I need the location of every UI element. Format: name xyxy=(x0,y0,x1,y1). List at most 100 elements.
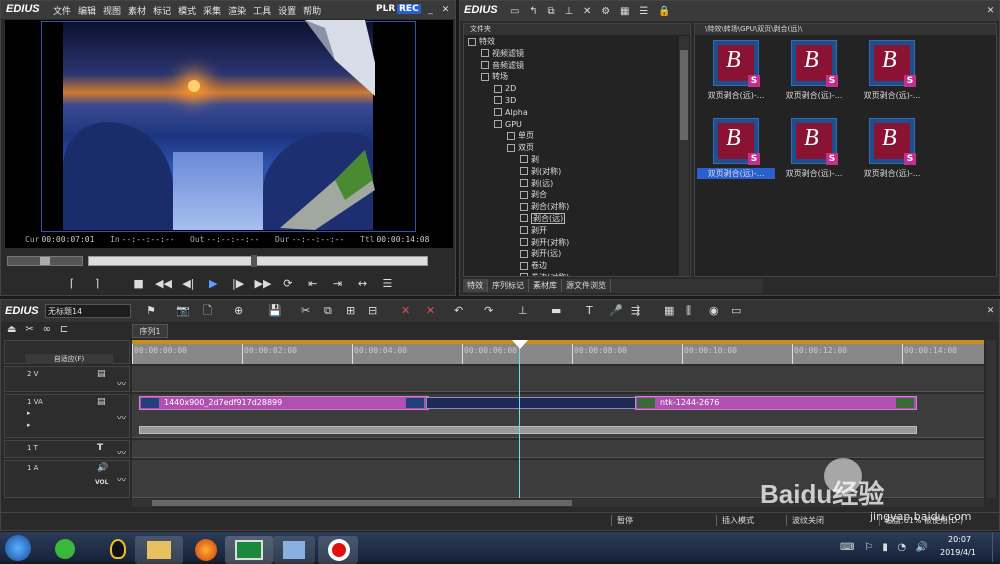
play-button[interactable]: ▶ xyxy=(202,275,224,293)
tree-item[interactable]: 剥合(对称) xyxy=(468,201,678,213)
tree-item[interactable]: 剥(对称) xyxy=(468,166,678,178)
bin-tab-1[interactable]: 序列标记 xyxy=(488,279,529,292)
track-view-icon[interactable]: ▤ xyxy=(97,369,106,379)
overwrite-button[interactable]: ⇥ xyxy=(327,275,349,293)
razor-icon[interactable]: ✂ xyxy=(25,324,33,335)
project-name-field[interactable]: 无标题14 xyxy=(45,304,131,318)
task-firefox-icon[interactable] xyxy=(185,536,225,564)
tree-item[interactable]: Alpha xyxy=(468,107,678,119)
timeline-ruler[interactable]: 00:00:00:00 00:00:02:00 00:00:04:00 00:00:0… xyxy=(132,340,984,364)
effect-thumbnail-label[interactable]: 双页剥合(远)-... xyxy=(775,90,853,101)
minimize-button[interactable]: _ xyxy=(425,5,436,15)
export-icon[interactable]: ⇶ xyxy=(631,303,640,319)
playhead-line[interactable] xyxy=(519,340,520,498)
fast-forward-button[interactable]: ▶▶ xyxy=(252,275,274,293)
task-app-icon[interactable] xyxy=(273,536,315,564)
tree-item[interactable]: 剥开(远) xyxy=(468,248,678,260)
sync-icon[interactable]: ⏏ xyxy=(7,324,16,335)
cut-icon[interactable]: ✂ xyxy=(301,303,310,319)
redo-icon[interactable]: ↷ xyxy=(484,303,493,319)
effect-thumbnail-label[interactable]: 双页剥合(远)-... xyxy=(775,168,853,179)
layout-icon[interactable]: ▭ xyxy=(731,303,741,319)
track-header-1t[interactable]: 1 T T 〰 xyxy=(4,440,130,459)
rewind-button[interactable]: ◀◀ xyxy=(153,275,175,293)
timeline-close-button[interactable]: ✕ xyxy=(985,306,996,316)
playhead-marker[interactable] xyxy=(251,255,257,267)
effect-thumbnail[interactable]: BS xyxy=(791,40,838,87)
title-icon[interactable]: T xyxy=(586,303,593,319)
save-icon[interactable]: 💾 xyxy=(268,303,282,319)
replace-icon[interactable]: ⊟ xyxy=(368,303,377,319)
capture-icon[interactable]: 📷 xyxy=(176,303,190,319)
paste-clip-icon[interactable]: ⊞ xyxy=(346,303,355,319)
menu-item-8[interactable]: 工具 xyxy=(253,7,271,17)
bin-tab-3[interactable]: 源文件浏览 xyxy=(562,279,611,292)
playhead-handle[interactable] xyxy=(512,340,528,349)
open-icon[interactable]: ⊕ xyxy=(234,303,243,319)
set-out-button[interactable]: ⌉ xyxy=(86,275,108,293)
tree-item[interactable]: 剥合(远) xyxy=(468,212,678,225)
menu-item-2[interactable]: 视图 xyxy=(103,7,121,17)
waveform-icon[interactable]: 〰 xyxy=(117,446,126,459)
clock-time[interactable]: 20:07 xyxy=(948,535,971,544)
transition-clip[interactable] xyxy=(426,397,636,409)
step-back-button[interactable]: ◀| xyxy=(177,275,199,293)
view-icon[interactable]: ▦ xyxy=(620,6,629,17)
effect-thumbnail[interactable]: BS xyxy=(791,118,838,165)
properties-icon[interactable]: ⚙ xyxy=(601,6,610,17)
effect-thumbnail[interactable]: BS xyxy=(713,118,760,165)
tree-item[interactable]: 3D xyxy=(468,95,678,107)
step-forward-button[interactable]: |▶ xyxy=(227,275,249,293)
volume-icon[interactable]: 🔊 xyxy=(916,542,928,553)
tree-item[interactable]: 双页 xyxy=(468,142,678,154)
menu-item-1[interactable]: 编辑 xyxy=(78,7,96,17)
snap-icon[interactable]: ⊥ xyxy=(518,303,528,319)
flag-icon[interactable]: ⚐ xyxy=(864,542,873,553)
color-icon[interactable]: ◉ xyxy=(709,303,719,319)
tree-item[interactable]: 卷边(对称) xyxy=(468,272,678,276)
mode-icon[interactable]: ⚑ xyxy=(146,303,156,319)
tree-item[interactable]: 2D xyxy=(468,83,678,95)
network-icon[interactable]: ◔ xyxy=(897,542,906,553)
delete-icon[interactable]: ✕ xyxy=(583,6,591,17)
sequence-tab[interactable]: 序列1 xyxy=(132,324,168,338)
menu-item-10[interactable]: 帮助 xyxy=(303,7,321,17)
waveform-icon[interactable]: 〰 xyxy=(117,411,126,424)
task-record-icon[interactable] xyxy=(318,536,358,564)
tree-item[interactable]: 剥合 xyxy=(468,189,678,201)
menu-item-7[interactable]: 渲染 xyxy=(228,7,246,17)
expand-icon[interactable]: ▸ xyxy=(27,421,31,429)
options-button[interactable]: ☰ xyxy=(376,275,398,293)
video-clip-2[interactable]: ntk-1244-2676 xyxy=(635,396,917,410)
effect-thumbnail-label[interactable]: 双页剥合(远)-... xyxy=(853,90,931,101)
tree-item[interactable]: 单页 xyxy=(468,130,678,142)
delete-clip-icon[interactable]: ✕ xyxy=(401,303,410,319)
tree-item[interactable]: 剥(远) xyxy=(468,178,678,190)
mixer-icon[interactable]: ⫼ xyxy=(686,303,691,319)
copy-icon[interactable]: ⧉ xyxy=(548,6,555,17)
track-header-2v[interactable]: 2 V ▤ 〰 xyxy=(4,366,130,392)
menu-item-5[interactable]: 模式 xyxy=(178,7,196,17)
tree-item[interactable]: 视频滤镜 xyxy=(468,48,678,60)
link-icon[interactable]: ∞ xyxy=(43,324,51,335)
waveform-icon[interactable]: 〰 xyxy=(117,473,126,486)
video-clip-1[interactable]: 1440x900_2d7edf917d28899 xyxy=(139,396,429,410)
plr-button[interactable]: PLR xyxy=(376,4,395,14)
new-file-icon[interactable]: 🗋 xyxy=(203,303,212,319)
tree-item[interactable]: 剥 xyxy=(468,154,678,166)
paste-icon[interactable]: ⊥ xyxy=(564,6,573,17)
copy-clip-icon[interactable]: ⧉ xyxy=(324,303,332,319)
effect-thumbnail[interactable]: BS xyxy=(869,40,916,87)
bin-tab-0[interactable]: 特效 xyxy=(463,279,488,292)
task-edius-icon[interactable] xyxy=(225,536,273,564)
show-desktop-button[interactable] xyxy=(992,532,1000,562)
speaker-icon[interactable]: 🔊 xyxy=(97,463,108,473)
shuttle-slider[interactable] xyxy=(7,256,83,266)
waveform-icon[interactable]: 〰 xyxy=(117,377,126,390)
track-header-1va[interactable]: 1 VA ▤ ▸ ▸ 〰 xyxy=(4,394,130,438)
list-icon[interactable]: ☰ xyxy=(639,6,648,17)
tree-item[interactable]: 转场 xyxy=(468,71,678,83)
menu-item-3[interactable]: 素材 xyxy=(128,7,146,17)
insert-button[interactable]: ⇤ xyxy=(302,275,324,293)
mic-icon[interactable]: 🎤 xyxy=(609,303,623,319)
